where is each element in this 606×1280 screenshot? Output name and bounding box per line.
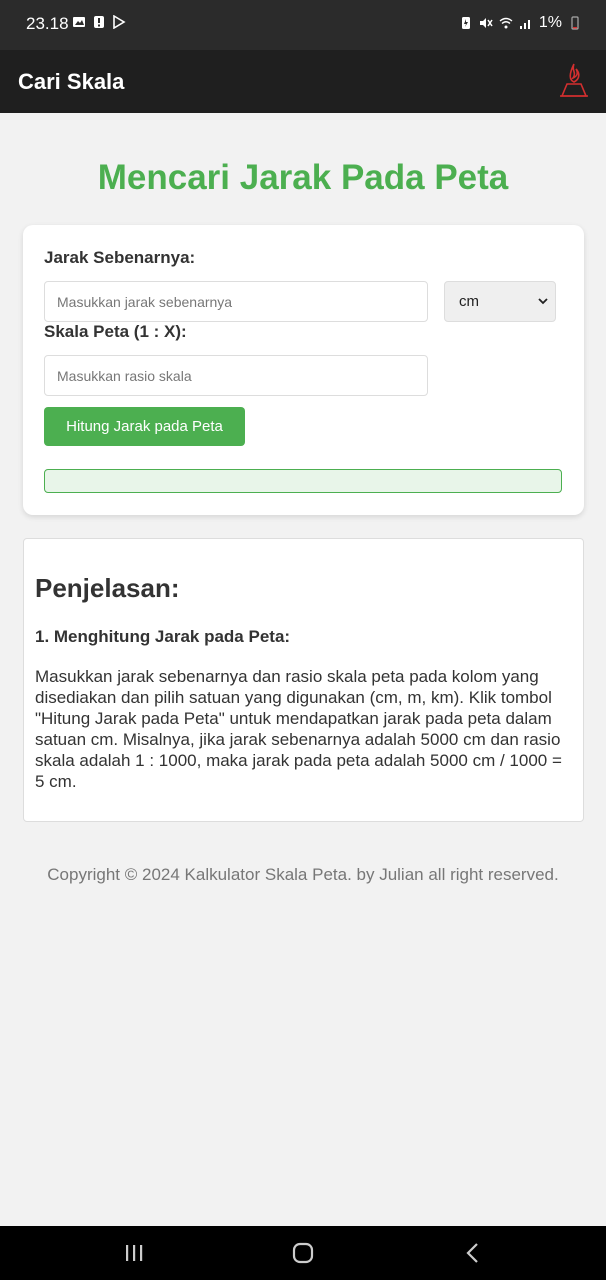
footer-copyright: Copyright © 2024 Kalkulator Skala Peta. … [47, 865, 559, 884]
app-title: Cari Skala [18, 69, 125, 94]
explanation-body: Masukkan jarak sebenarnya dan rasio skal… [35, 667, 562, 791]
play-store-icon [113, 15, 126, 29]
distance-input[interactable]: Masukkan jarak sebenarnya [44, 281, 428, 322]
calculate-button[interactable]: Hitung Jarak pada Peta [44, 407, 245, 446]
explanation-subtitle: 1. Menghitung Jarak pada Peta: [35, 627, 291, 646]
back-icon[interactable] [460, 1240, 486, 1266]
explanation-title: Penjelasan: [35, 573, 180, 603]
status-bar: 23.18 1% [0, 0, 606, 50]
battery-icon [571, 16, 579, 30]
system-nav-bar [0, 1226, 606, 1280]
calculator-card: Jarak Sebenarnya: Masukkan jarak sebenar… [23, 225, 584, 515]
status-time: 23.18 [26, 14, 69, 33]
battery-saver-icon [461, 17, 470, 29]
explanation-card: Penjelasan: 1. Menghitung Jarak pada Pet… [23, 538, 584, 822]
alert-icon [94, 16, 104, 28]
distance-label: Jarak Sebenarnya: [44, 248, 196, 267]
app-bar: Cari Skala [0, 50, 606, 113]
scale-input[interactable]: Masukkan rasio skala [44, 355, 428, 396]
signal-icon [519, 20, 530, 29]
battery-percent: 1% [538, 14, 562, 31]
mute-icon [479, 18, 493, 28]
unit-select-value: cm [459, 293, 479, 310]
status-system-icons: 1% [459, 14, 582, 32]
wifi-icon [499, 17, 513, 29]
gallery-icon [73, 17, 85, 27]
result-box [44, 469, 562, 493]
status-notification-icons [72, 15, 126, 29]
page-title: Mencari Jarak Pada Peta [97, 158, 509, 197]
unit-select[interactable]: cm [444, 281, 556, 322]
scale-label: Skala Peta (1 : X): [44, 322, 187, 341]
recent-apps-icon[interactable] [121, 1240, 147, 1266]
home-icon[interactable] [290, 1240, 316, 1266]
fire-logo-icon [560, 63, 588, 97]
chevron-down-icon [538, 298, 548, 305]
